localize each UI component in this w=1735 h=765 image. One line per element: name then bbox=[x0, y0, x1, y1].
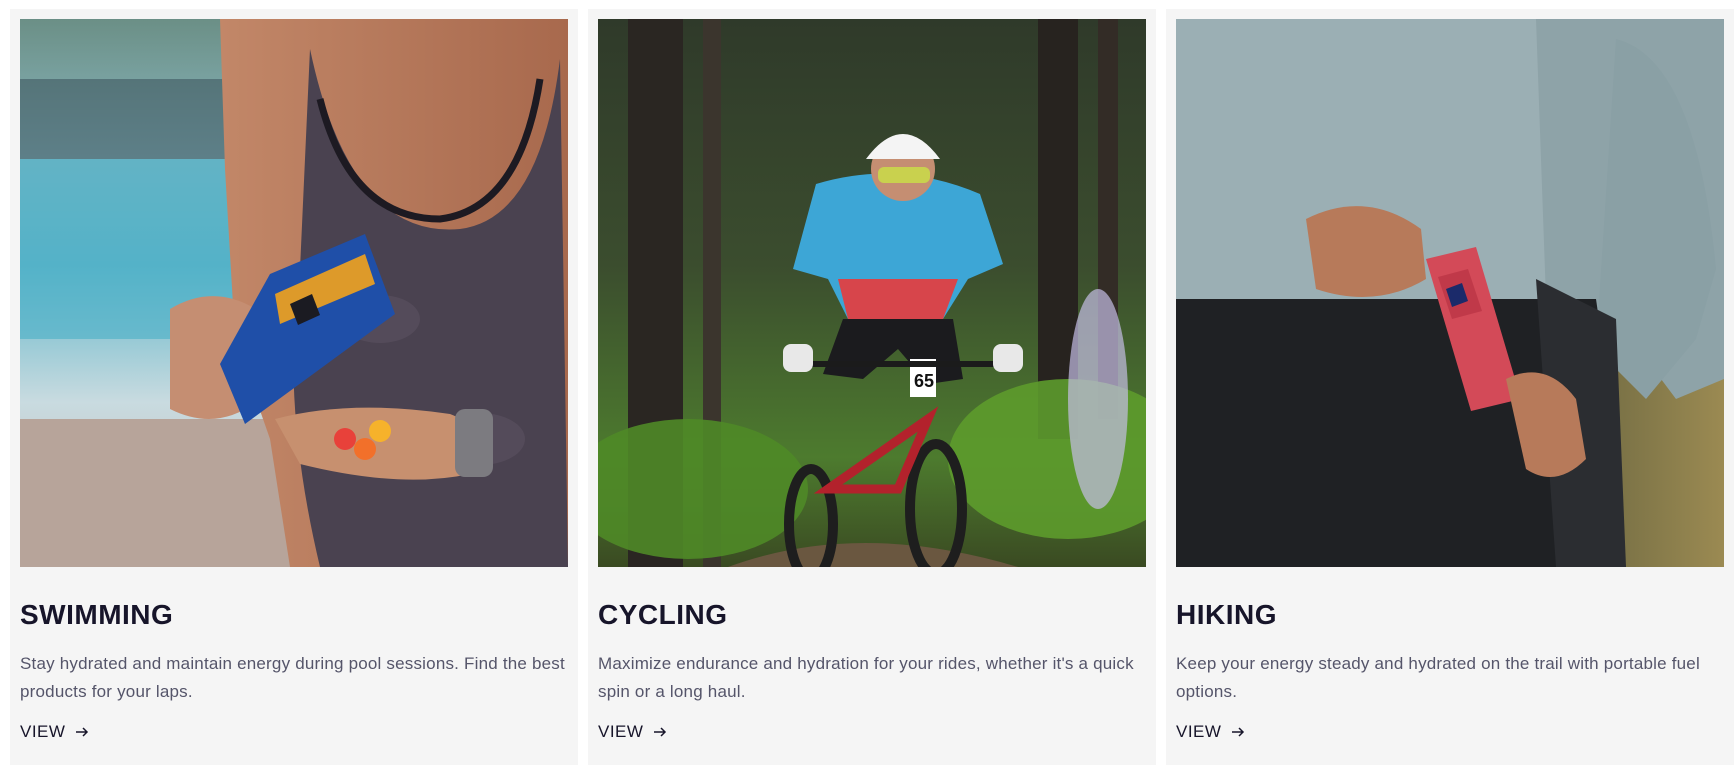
category-card-grid: SWIMMING Stay hydrated and maintain ener… bbox=[0, 0, 1735, 765]
category-card-cycling[interactable]: 65 CYCLING Maximize endurance and hydrat… bbox=[588, 9, 1156, 765]
card-description: Keep your energy steady and hydrated on … bbox=[1176, 654, 1700, 701]
card-title: HIKING bbox=[1176, 599, 1277, 630]
view-cycling-link[interactable]: VIEW bbox=[598, 722, 667, 742]
svg-text:65: 65 bbox=[914, 371, 934, 391]
card-description: Stay hydrated and maintain energy during… bbox=[20, 654, 565, 701]
swimming-image[interactable] bbox=[20, 19, 568, 567]
view-label: VIEW bbox=[1176, 722, 1222, 741]
view-label: VIEW bbox=[598, 722, 644, 741]
category-card-swimming[interactable]: SWIMMING Stay hydrated and maintain ener… bbox=[10, 9, 578, 765]
view-hiking-link[interactable]: VIEW bbox=[1176, 722, 1245, 742]
category-card-hiking[interactable]: HIKING Keep your energy steady and hydra… bbox=[1166, 9, 1734, 765]
card-title: CYCLING bbox=[598, 599, 728, 630]
cycling-image[interactable]: 65 bbox=[598, 19, 1146, 567]
arrow-right-icon bbox=[1231, 725, 1245, 739]
view-label: VIEW bbox=[20, 722, 66, 741]
arrow-right-icon bbox=[75, 725, 89, 739]
view-swimming-link[interactable]: VIEW bbox=[20, 722, 89, 742]
card-title: SWIMMING bbox=[20, 599, 174, 630]
hiking-image[interactable] bbox=[1176, 19, 1724, 567]
card-description: Maximize endurance and hydration for you… bbox=[598, 654, 1134, 701]
arrow-right-icon bbox=[653, 725, 667, 739]
